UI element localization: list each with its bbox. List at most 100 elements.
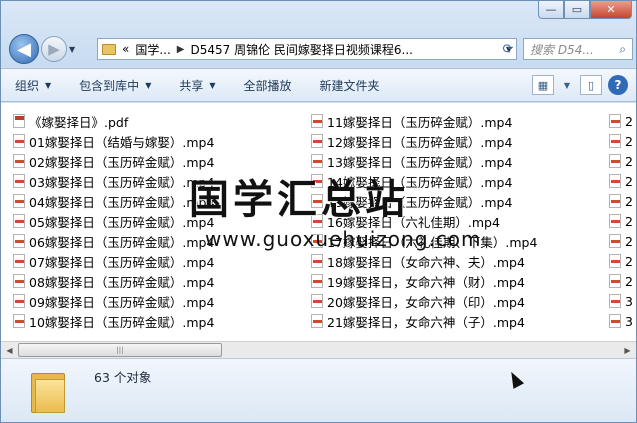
video-file-icon [13,174,25,188]
file-item[interactable]: 2 [609,211,633,231]
file-name: 01嫁娶择日（结婚与嫁娶）.mp4 [29,134,215,150]
file-item[interactable]: 2 [609,251,633,271]
file-item[interactable]: 08嫁娶择日（玉历碎金赋）.mp4 [13,271,214,291]
video-file-icon [311,114,323,128]
breadcrumb-separator-icon[interactable]: ▶ [177,44,185,55]
file-item[interactable]: 2 [609,131,633,151]
file-list: 3 3 2 2 2 2 2 2 2 2 2 21嫁娶择日，女命六神（子）.mp4 20嫁娶择日，女命六神… [1,103,636,341]
video-file-icon [13,294,25,308]
window-controls: — ▭ ✕ [538,1,632,19]
address-overflow[interactable]: « [122,42,129,56]
file-name: 2 [625,133,633,149]
file-name: 08嫁娶择日（玉历碎金赋）.mp4 [29,274,215,290]
folder-icon [102,43,116,55]
video-file-icon [609,154,621,168]
include-in-library-button[interactable]: 包含到库中 ▼ [65,77,165,94]
file-item[interactable]: 2 [609,171,633,191]
file-item[interactable]: 07嫁娶择日（玉历碎金赋）.mp4 [13,251,214,271]
video-file-icon [311,274,323,288]
breadcrumb-root[interactable]: 国学... [135,41,170,58]
video-file-icon [609,314,621,328]
file-name: 03嫁娶择日（玉历碎金赋）.mp4 [29,174,215,190]
share-label: 共享 [179,78,204,93]
video-file-icon [311,314,323,328]
file-item[interactable]: 2 [609,111,633,131]
file-name: 04嫁娶择日（玉历碎金赋）.mp4 [29,194,215,210]
organize-button[interactable]: 组织 ▼ [1,77,65,94]
file-item[interactable]: 03嫁娶择日（玉历碎金赋）.mp4 [13,171,214,191]
file-item[interactable]: 01嫁娶择日（结婚与嫁娶）.mp4 [13,131,214,151]
file-name: 07嫁娶择日（玉历碎金赋）.mp4 [29,254,215,270]
file-item[interactable]: 12嫁娶择日（玉历碎金赋）.mp4 [311,131,512,151]
organize-label: 组织 [15,78,40,93]
file-name: 《嫁娶择日》.pdf [29,114,129,130]
mouse-cursor-icon [505,369,525,389]
file-name: 02嫁娶择日（玉历碎金赋）.mp4 [29,154,215,170]
folder-icon [31,367,65,413]
view-dropdown-icon[interactable]: ▼ [560,75,574,95]
help-icon[interactable]: ? [608,75,628,95]
minimize-button[interactable]: — [538,1,564,19]
search-input[interactable]: 搜索 D54... ⌕ [523,38,633,60]
file-item[interactable]: 20嫁娶择日，女命六神（印）.mp4 [311,291,525,311]
file-name: 21嫁娶择日，女命六神（子）.mp4 [327,314,525,330]
file-item[interactable]: 05嫁娶择日（玉历碎金赋）.mp4 [13,211,214,231]
file-item[interactable]: 11嫁娶择日（玉历碎金赋）.mp4 [311,111,512,131]
file-name: 06嫁娶择日（玉历碎金赋）.mp4 [29,234,215,250]
file-item[interactable]: 《嫁娶择日》.pdf [13,111,128,131]
video-file-icon [609,294,621,308]
maximize-button[interactable]: ▭ [564,1,590,19]
search-icon[interactable]: ⌕ [619,42,626,57]
file-item[interactable]: 04嫁娶择日（玉历碎金赋）.mp4 [13,191,214,211]
file-item[interactable]: 2 [609,191,633,211]
file-item[interactable]: 09嫁娶择日（玉历碎金赋）.mp4 [13,291,214,311]
file-item[interactable]: 06嫁娶择日（玉历碎金赋）.mp4 [13,231,214,251]
forward-button[interactable]: ▶ [41,36,67,62]
file-item[interactable]: 2 [609,271,633,291]
breadcrumb-current[interactable]: D5457 周锦伦 民间嫁娶择日视频课程6... [191,41,414,58]
view-options-icon[interactable]: ▦ [532,75,554,95]
file-item[interactable]: 21嫁娶择日，女命六神（子）.mp4 [311,311,525,331]
explorer-window: — ▭ ✕ ◀ ▶ ▼ « 国学... ▶ D5457 周锦伦 民间嫁娶择日视频… [0,0,637,423]
include-label: 包含到库中 [79,78,140,93]
address-bar[interactable]: « 国学... ▶ D5457 周锦伦 民间嫁娶择日视频课程6... ▼ [97,38,517,60]
file-item[interactable]: 3 [609,291,633,311]
file-item[interactable]: 3 [609,311,633,331]
recent-pages-dropdown[interactable]: ▼ [69,45,75,54]
video-file-icon [311,254,323,268]
file-name: 19嫁娶择日，女命六神（财）.mp4 [327,274,525,290]
video-file-icon [609,174,621,188]
video-file-icon [609,254,621,268]
play-all-button[interactable]: 全部播放 [230,77,306,94]
close-button[interactable]: ✕ [590,1,632,19]
chevron-down-icon: ▼ [45,80,52,90]
file-name: 18嫁娶择日（女命六神、夫）.mp4 [327,254,525,270]
video-file-icon [609,134,621,148]
video-file-icon [13,194,25,208]
back-button[interactable]: ◀ [9,34,39,64]
video-file-icon [13,214,25,228]
scroll-left-icon[interactable]: ◀ [1,342,18,358]
file-item[interactable]: 18嫁娶择日（女命六神、夫）.mp4 [311,251,525,271]
scroll-right-icon[interactable]: ▶ [619,342,636,358]
scrollbar-thumb[interactable]: ||| [18,343,222,357]
refresh-icon[interactable]: ⟳ [498,40,518,58]
horizontal-scrollbar[interactable]: ◀ ||| ▶ [1,341,636,358]
file-name: 2 [625,213,633,229]
item-count: 63 个对象 [94,370,152,385]
file-name: 2 [625,113,633,129]
video-file-icon [13,254,25,268]
file-item[interactable]: 19嫁娶择日，女命六神（财）.mp4 [311,271,525,291]
share-button[interactable]: 共享 ▼ [165,77,229,94]
file-name: 11嫁娶择日（玉历碎金赋）.mp4 [327,114,513,130]
preview-pane-icon[interactable]: ▯ [580,75,602,95]
video-file-icon [609,234,621,248]
file-item[interactable]: 02嫁娶择日（玉历碎金赋）.mp4 [13,151,214,171]
file-name: 2 [625,253,633,269]
new-folder-button[interactable]: 新建文件夹 [306,77,394,94]
file-item[interactable]: 2 [609,151,633,171]
file-item[interactable]: 2 [609,231,633,251]
file-item[interactable]: 10嫁娶择日（玉历碎金赋）.mp4 [13,311,214,331]
search-placeholder: 搜索 D54... [530,42,594,57]
title-bar: — ▭ ✕ ◀ ▶ ▼ « 国学... ▶ D5457 周锦伦 民间嫁娶择日视频… [1,1,636,67]
